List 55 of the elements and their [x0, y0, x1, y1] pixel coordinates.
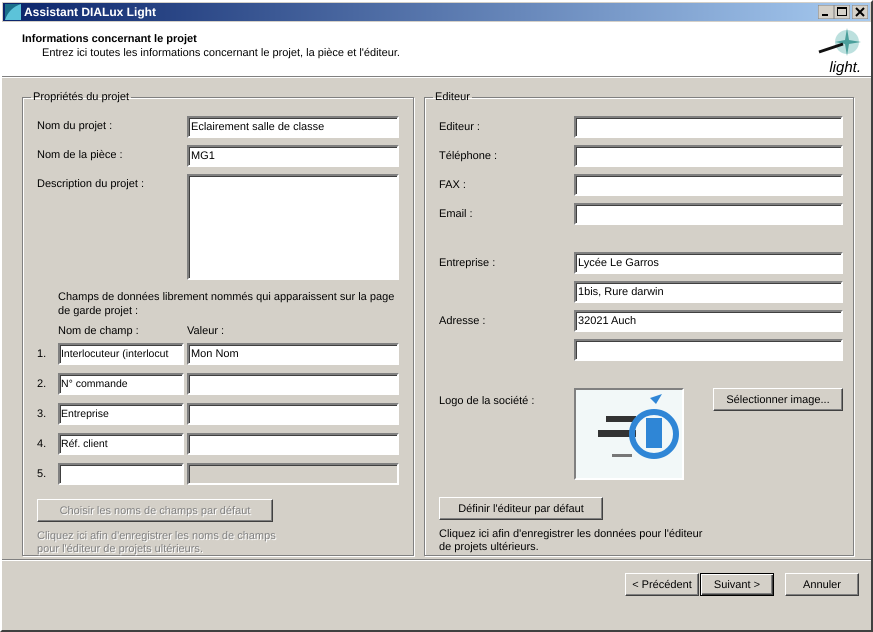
column-header: Valeur :	[187, 325, 224, 337]
row-number: 3.	[37, 408, 48, 420]
column-header: Nom de champ :	[58, 325, 140, 337]
input-field[interactable]: 32021 Auch	[574, 310, 843, 332]
default-editor-button[interactable]: Définir l'éditeur par défaut	[439, 497, 603, 520]
field-label: Nom du projet :	[37, 119, 114, 132]
row-number: 5.	[37, 468, 48, 480]
help-text: Cliquez ici afin d'enregistrer les noms de champs pour l'éditeur de projets ultérieurs.	[37, 530, 277, 556]
field-label: Email :	[439, 208, 474, 220]
field-label: Description du projet :	[37, 177, 145, 190]
row-number: 1.	[37, 348, 48, 360]
help-text: Cliquez ici afin d'enregistrer les données pour l'éditeur de projets ultérieurs.	[439, 528, 704, 554]
input-field[interactable]	[187, 372, 399, 394]
minimize-button[interactable]	[818, 5, 834, 19]
input-field[interactable]: Entreprise	[58, 402, 184, 424]
text-area[interactable]	[187, 174, 399, 280]
description-text: Champs de données librement nommés qui apparaissent sur la page de garde projet :	[58, 290, 396, 318]
field-label: Entreprise :	[439, 257, 496, 269]
dialog-button[interactable]: Suivant >	[700, 573, 774, 596]
window-title: Assistant DIALux Light	[24, 5, 158, 19]
logo-text: light.	[829, 60, 861, 76]
page-title: Informations concernant le projet	[22, 33, 198, 45]
input-field[interactable]: Interlocuteur (interlocut	[58, 342, 184, 364]
input-field[interactable]	[574, 145, 843, 167]
field-label: FAX :	[439, 179, 467, 191]
row-number: 2.	[37, 378, 48, 390]
field-label: Logo de la société :	[439, 394, 536, 407]
input-field[interactable]: Réf. client	[58, 432, 184, 454]
input-field[interactable]	[58, 462, 184, 484]
row-number: 4.	[37, 438, 48, 450]
input-field[interactable]: Eclairement salle de classe	[187, 116, 399, 138]
input-field[interactable]: Lycée Le Garros	[574, 252, 843, 274]
select-image-button[interactable]: Sélectionner image...	[713, 388, 843, 411]
group-title: Propriétés du projet	[32, 91, 130, 103]
field-label: Nom de la pièce :	[37, 148, 124, 161]
input-field[interactable]: N° commande	[58, 372, 184, 394]
group-title: Editeur	[434, 91, 471, 103]
field-label: Téléphone :	[439, 150, 498, 162]
input-field[interactable]	[574, 116, 843, 138]
input-field[interactable]	[187, 402, 399, 424]
dialog-button[interactable]: Annuler	[785, 573, 859, 596]
input-field[interactable]: MG1	[187, 145, 399, 167]
field-label: Adresse :	[439, 315, 486, 327]
input-field[interactable]: Mon Nom	[187, 342, 399, 364]
dialog-button[interactable]: < Précédent	[625, 573, 699, 596]
page-subtitle: Entrez ici toutes les informations concernant le projet, la pièce et l'éditeur.	[41, 47, 401, 59]
maximize-button[interactable]	[834, 5, 850, 19]
input-field[interactable]	[574, 203, 843, 225]
field-label: Editeur :	[439, 121, 481, 133]
app-icon	[5, 4, 21, 20]
input-field[interactable]	[574, 174, 843, 196]
input-field[interactable]: 1bis, Rure darwin	[574, 281, 843, 303]
close-button[interactable]	[852, 5, 868, 19]
input-field[interactable]	[574, 339, 843, 361]
input-field[interactable]	[187, 432, 399, 454]
